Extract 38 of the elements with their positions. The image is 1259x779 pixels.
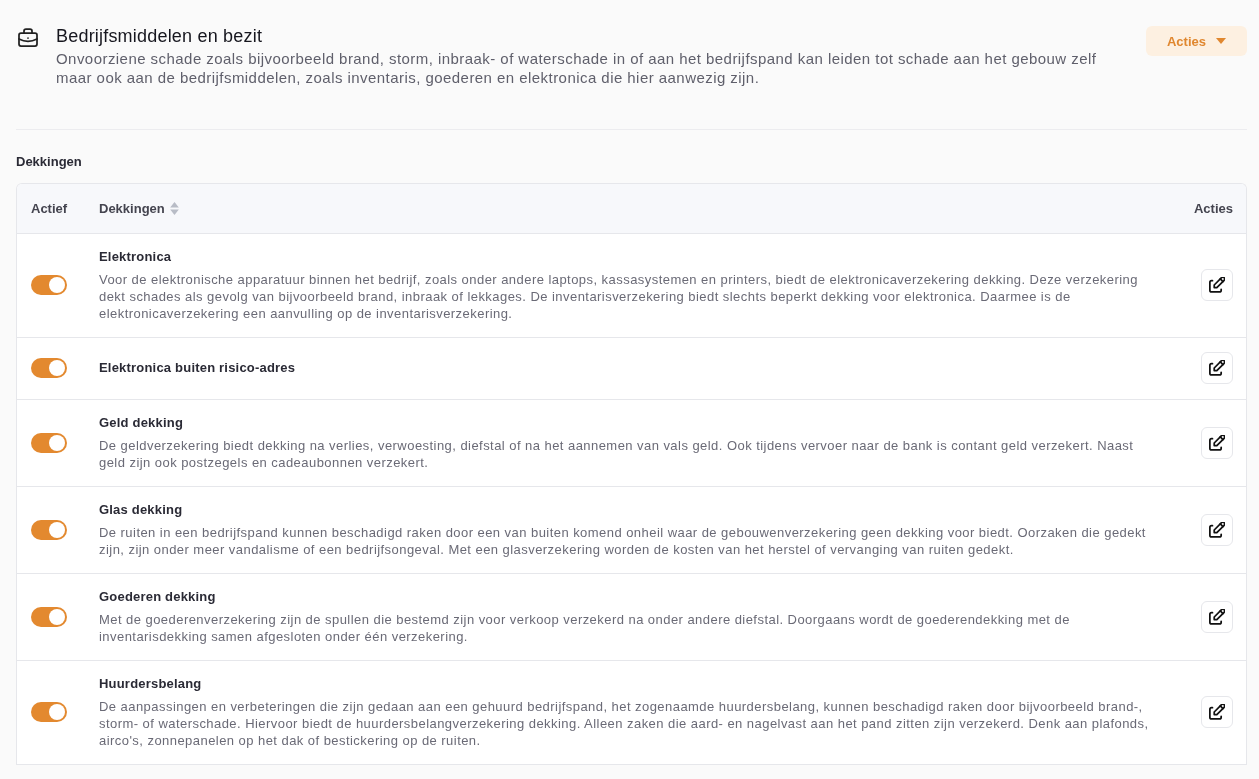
coverage-name: Elektronica bbox=[99, 248, 173, 266]
edit-icon bbox=[1209, 434, 1225, 451]
coverage-description: De geldverzekering biedt dekking na verlies, verwoesting, diefstal of na het aannemen van vals geld. Ook tijdens vervoer naar de bank is contant geld verzekert. Naast geld zijn ook postzegels en cadeaubonnen verzekert. bbox=[99, 437, 1135, 471]
edit-button[interactable] bbox=[1201, 269, 1233, 301]
coverages-heading: Dekkingen bbox=[16, 153, 83, 171]
coverage-description: De aanpassingen en verbeteringen die zijn gedaan aan een gehuurd bedrijfspand, het zogenaamde huurdersbelang, kunnen beschadigd raken door bijvoorbeeld brand-, storm- of waterschade. Hiervoor biedt de huurdersbelangverzekering dekking. Alleen zaken die aard- en nagelvast aan het pand zitten zijn verzekerd. Denk aan plafonds, airco's, zonnepanelen op het dak of bestickering op de ruiten. bbox=[99, 698, 1150, 749]
coverage-description: Met de goederenverzekering zijn de spullen die bestemd zijn voor verkoop verzekerd na onder andere diefstal. Doorgaans wordt de goederendekking met de inventarisdekking samen afgesloten onder één verzekering. bbox=[99, 611, 1071, 645]
edit-button[interactable] bbox=[1201, 696, 1233, 728]
edit-icon bbox=[1209, 521, 1225, 538]
edit-button[interactable] bbox=[1201, 426, 1233, 459]
edit-button[interactable] bbox=[1201, 600, 1233, 633]
toggle-switch[interactable] bbox=[31, 275, 67, 295]
toggle-switch[interactable] bbox=[31, 519, 67, 540]
edit-icon bbox=[1209, 704, 1225, 720]
coverage-name: Geld dekking bbox=[99, 414, 185, 432]
section-title: Bedrijfsmiddelen en bezit bbox=[56, 25, 264, 48]
coverage-description: De ruiten in een bedrijfspand kunnen beschadigd raken door een van buiten komend onheil waar de gebouwenverzekering geen dekking voor biedt. Oorzaken die gedekt zijn, zijn onder meer vandalisme of een bedrijfsongeval. Met een glasverzekering worden de kosten van het herstel of vervanging van ruiten gedekt. bbox=[99, 524, 1147, 558]
edit-icon bbox=[1209, 360, 1225, 376]
column-header[interactable]: Dekkingen bbox=[99, 201, 179, 216]
edit-button[interactable] bbox=[1201, 352, 1233, 384]
toggle-switch[interactable] bbox=[31, 358, 67, 378]
section-description: Onvoorziene schade zoals bijvoorbeeld brand, storm, inbraak- of waterschade in of aan het bedrijfspand kan leiden tot schade aan het gebouw zelf maar ook aan de bedrijfsmiddelen, zoals inventaris, goederen en elektronica die hier aanwezig zijn. bbox=[56, 49, 1098, 87]
toggle-switch[interactable] bbox=[31, 606, 67, 627]
coverage-name: Elektronica buiten risico-adres bbox=[99, 359, 297, 377]
edit-icon bbox=[1209, 277, 1225, 293]
coverage-name: Glas dekking bbox=[99, 501, 184, 519]
caret-down-icon bbox=[1216, 38, 1226, 44]
coverage-description: Voor de elektronische apparatuur binnen het bedrijf, zoals onder andere laptops, kassasystemen en printers, biedt de elektronicaverzekering dekking. Deze verzekering dekt schades als gevolg van bijvoorbeeld brand, inbraak of lekkages. De inventarisverzekering biedt slechts beperkt dekking voor elektronica. Daarmee is de elektronicaverzekering een aanvulling op de inventarisverzekering. bbox=[99, 271, 1139, 322]
sort-icon[interactable] bbox=[169, 202, 179, 215]
edit-icon bbox=[1209, 608, 1225, 625]
edit-button[interactable] bbox=[1201, 513, 1233, 546]
coverage-name: Huurdersbelang bbox=[99, 675, 203, 693]
toggle-switch[interactable] bbox=[31, 432, 67, 453]
briefcase-icon bbox=[18, 28, 38, 47]
column-header: Acties bbox=[1193, 201, 1233, 216]
column-header: Actief bbox=[31, 201, 68, 216]
toggle-switch[interactable] bbox=[31, 702, 67, 722]
coverage-name: Goederen dekking bbox=[99, 588, 217, 606]
